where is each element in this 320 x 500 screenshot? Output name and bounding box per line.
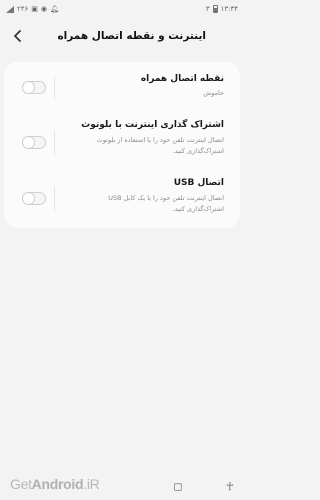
navigation-bar: ◻ ☥ <box>0 472 244 500</box>
bluetooth-tethering-switch[interactable] <box>22 136 46 149</box>
mobile-hotspot-row[interactable]: نقطه اتصال همراه خاموش <box>4 62 240 114</box>
signal-icon <box>6 5 14 13</box>
bluetooth-tethering-description: اتصال اینترنت تلفن خود را با استفاده از … <box>96 136 224 155</box>
app-bar: اینترنت و نقطه اتصال همراه <box>0 22 244 50</box>
back-button[interactable] <box>8 26 28 46</box>
mobile-hotspot-title: نقطه اتصال همراه <box>140 74 224 84</box>
accessibility-icon[interactable]: ☥ <box>226 480 234 493</box>
page-title: اینترنت و نقطه اتصال همراه <box>57 30 206 42</box>
status-indicator: ۳ <box>205 4 210 13</box>
mobile-hotspot-switch[interactable] <box>22 81 46 94</box>
switch-knob <box>22 136 35 149</box>
whatsapp-icon: ◉ <box>40 4 48 13</box>
battery-icon <box>212 5 218 13</box>
status-bar-left: ۲۴۶ ▣ ◉ 🔔︎ <box>6 4 59 13</box>
usb-tethering-title: اتصال USB <box>173 178 224 188</box>
switch-knob <box>22 81 35 94</box>
row-divider <box>54 131 55 155</box>
usb-tethering-row[interactable]: اتصال USB اتصال اینترنت تلفن خود را با ی… <box>4 172 240 226</box>
network-speed-text: ۲۴۶ <box>17 4 29 13</box>
home-icon[interactable]: ◻ <box>173 480 182 493</box>
notification-icon: ▣ <box>31 4 38 13</box>
bell-icon: 🔔︎ <box>50 4 59 13</box>
mobile-hotspot-status: خاموش <box>203 89 224 97</box>
bluetooth-tethering-row[interactable]: اشتراک گذاری اینترنت با بلوتوث اتصال این… <box>4 114 240 170</box>
row-divider <box>54 77 55 99</box>
status-bar-right: ۳ ۱۳:۳۴ <box>206 5 238 13</box>
row-divider <box>54 187 55 211</box>
usb-tethering-description: اتصال اینترنت تلفن خود را با یک کابل USB… <box>108 194 224 213</box>
usb-tethering-switch[interactable] <box>22 192 46 205</box>
status-bar: ۲۴۶ ▣ ◉ 🔔︎ ۳ ۱۳:۳۴ <box>0 0 244 18</box>
bluetooth-tethering-title: اشتراک گذاری اینترنت با بلوتوث <box>81 120 224 130</box>
back-arrow-icon <box>14 30 21 42</box>
switch-knob <box>22 192 35 205</box>
settings-card: نقطه اتصال همراه خاموش اشتراک گذاری اینت… <box>4 62 240 228</box>
clock: ۱۳:۳۴ <box>220 4 238 13</box>
